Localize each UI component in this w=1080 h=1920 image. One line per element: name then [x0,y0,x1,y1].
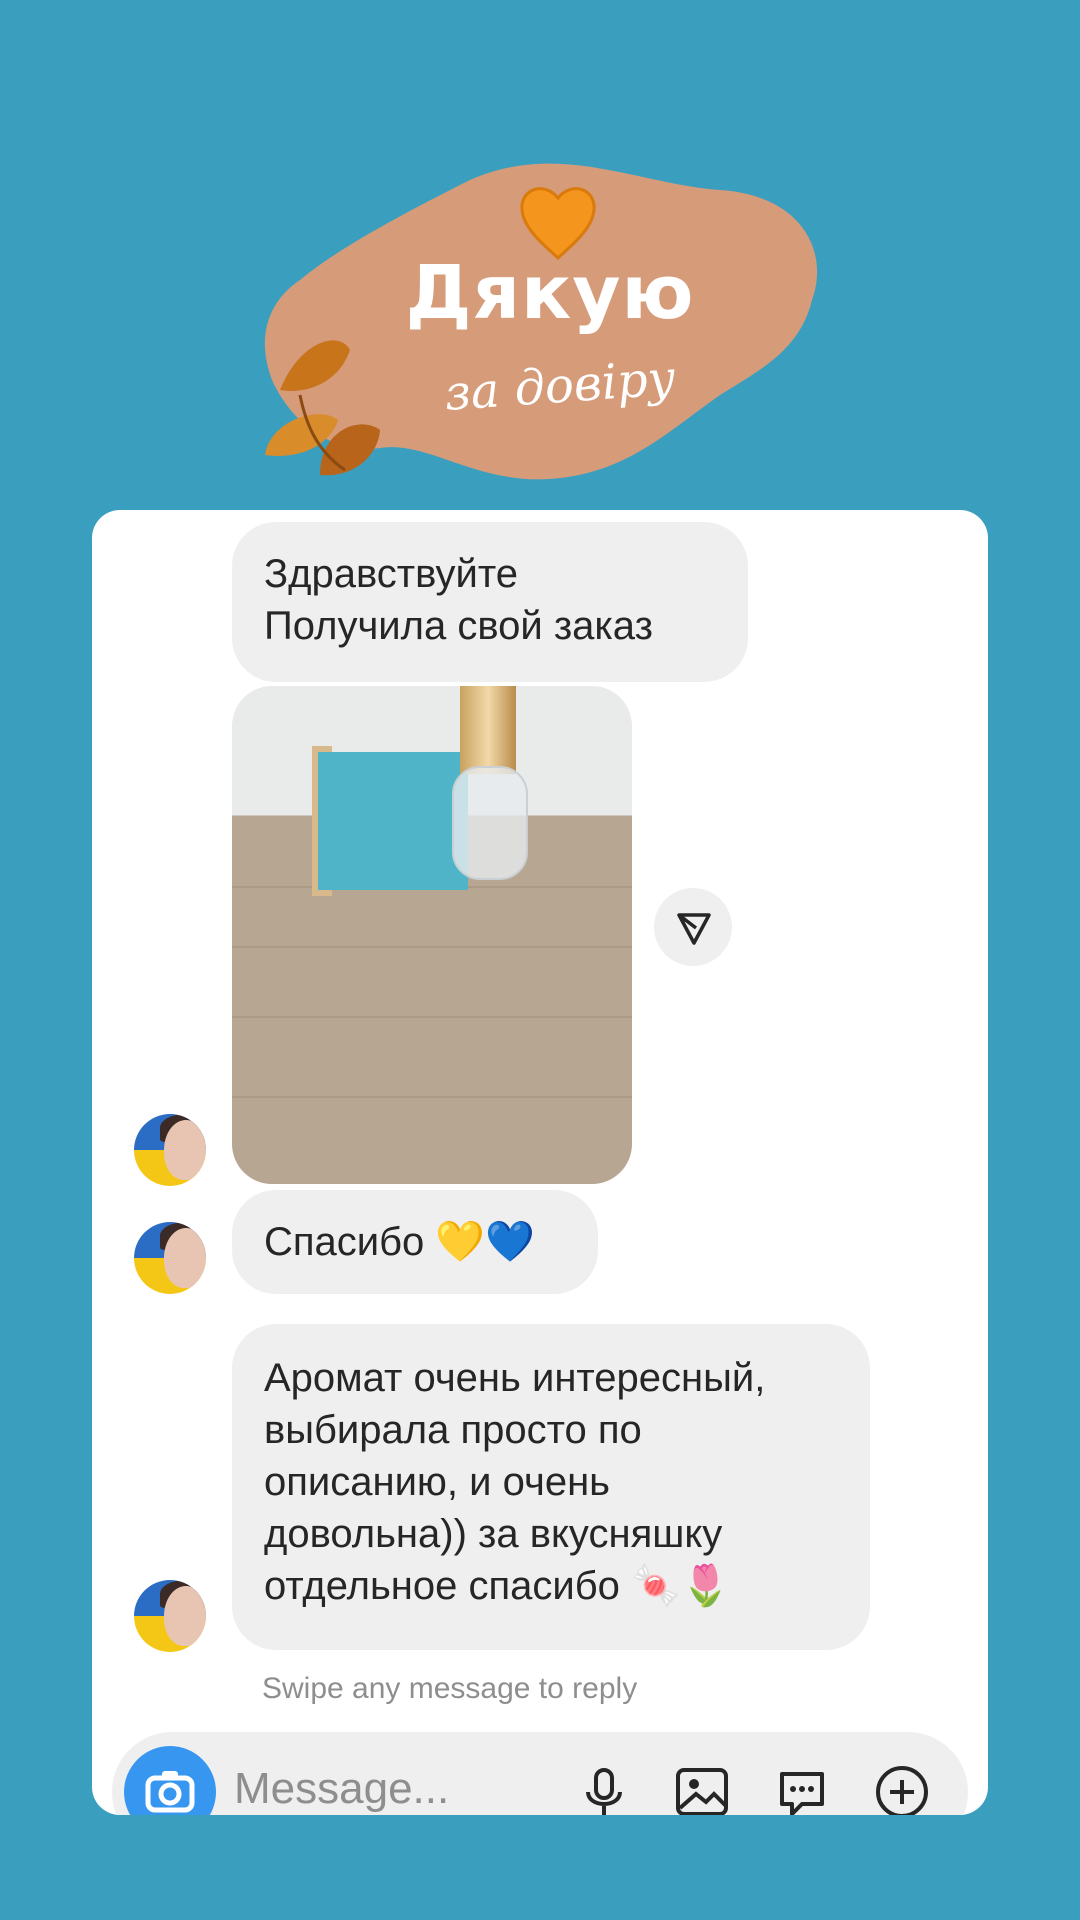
message-text: Спасибо [264,1220,425,1264]
message-input[interactable]: Message... [234,1764,449,1814]
perfume-bottle [452,766,528,880]
gallery-icon[interactable] [672,1762,732,1815]
chocolate-box [318,752,468,890]
avatar[interactable] [134,1580,206,1652]
share-button[interactable] [654,888,732,966]
message-line: Здравствуйте [264,552,518,596]
message-line: отдельное спасибо [264,1564,620,1608]
message-line: довольна)) за вкусняшку [264,1512,723,1556]
message-line: выбирала просто по [264,1408,642,1452]
message-bubble[interactable]: Аромат очень интересный, выбирала просто… [232,1324,870,1650]
microphone-icon[interactable] [574,1762,634,1815]
candy-tulip-emoji: 🍬🌷 [631,1563,731,1609]
avatar[interactable] [134,1114,206,1186]
message-composer: Message... [112,1732,968,1815]
header-title: Дякую [405,250,695,336]
message-line: описанию, и очень [264,1460,610,1504]
avatar[interactable] [134,1222,206,1294]
add-icon[interactable] [872,1762,932,1815]
swipe-hint: Swipe any message to reply [262,1672,638,1705]
message-line: Аромат очень интересный, [264,1356,766,1400]
sticker-icon[interactable] [772,1762,832,1815]
message-bubble[interactable]: Спасибо 💛💙 [232,1190,598,1294]
share-icon [677,913,711,945]
message-bubble[interactable]: Здравствуйте Получила свой заказ [232,522,748,682]
camera-button[interactable] [124,1746,216,1815]
perfume-cap [460,686,516,774]
message-line: Получила свой заказ [264,604,653,648]
hearts-emoji: 💛💙 [435,1219,536,1265]
message-photo[interactable] [232,686,632,1184]
chat-screenshot: Здравствуйте Получила свой заказ Спасибо… [92,510,988,1815]
camera-icon [145,1771,195,1813]
